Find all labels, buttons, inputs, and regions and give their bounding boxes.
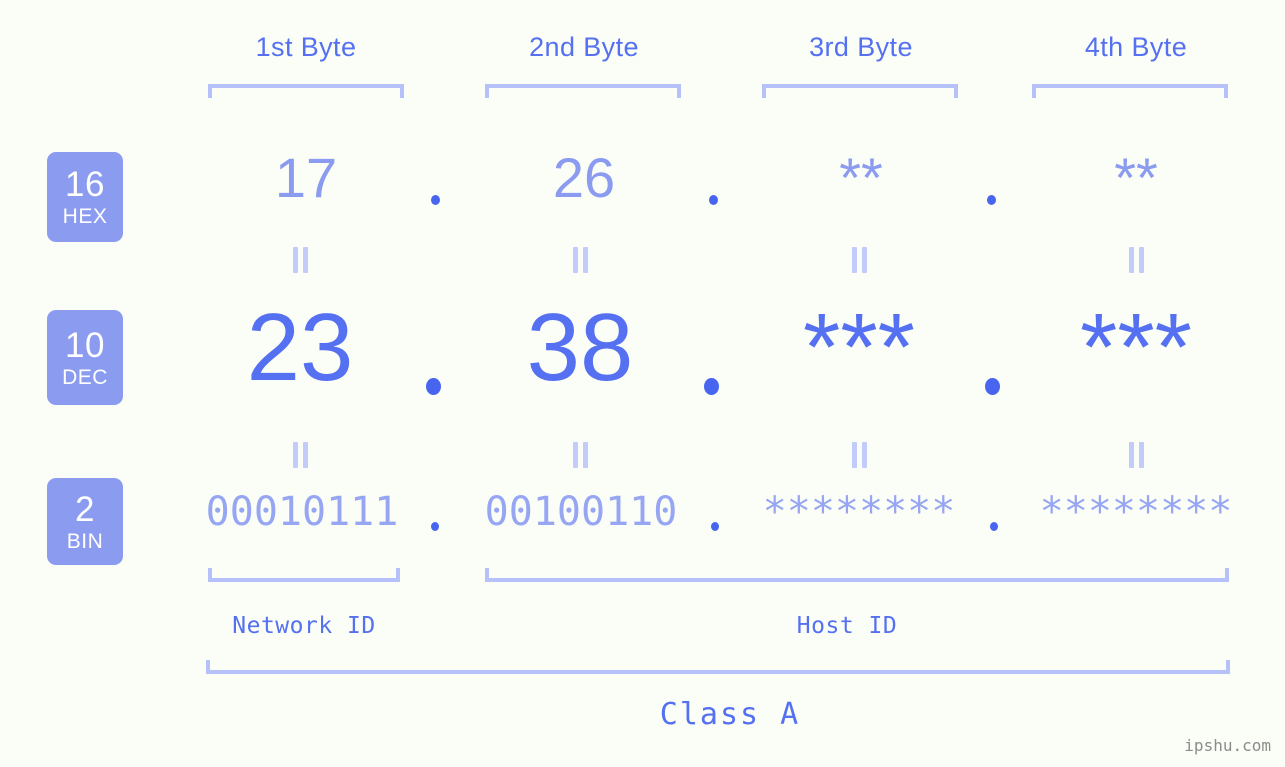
hex-dot-2 <box>709 195 718 205</box>
equals-mark-hex-dec-3 <box>851 247 869 273</box>
base-badge-hex-number: 16 <box>65 165 105 204</box>
bin-dot-1 <box>431 522 439 531</box>
byte-header-4: 4th Byte <box>1084 32 1188 62</box>
base-badge-bin: 2 BIN <box>47 478 123 565</box>
hex-octet-3: ** <box>839 146 883 209</box>
bin-octet-3: ******** <box>762 489 956 535</box>
bin-octet-1: 00010111 <box>205 489 399 535</box>
byte-bracket-1 <box>208 84 404 98</box>
base-badge-hex: 16 HEX <box>47 152 123 242</box>
dec-octet-4: *** <box>1079 294 1193 401</box>
dec-octet-2: 38 <box>526 294 634 401</box>
equals-mark-dec-bin-2 <box>572 442 590 468</box>
base-badge-dec-name: DEC <box>62 365 108 389</box>
base-badge-dec: 10 DEC <box>47 310 123 405</box>
site-watermark: ipshu.com <box>1184 736 1271 755</box>
dec-dot-2 <box>704 378 719 395</box>
dec-octet-3: *** <box>802 294 916 401</box>
bin-dot-2 <box>711 522 719 531</box>
byte-header-1: 1st Byte <box>255 32 357 62</box>
class-bracket <box>206 660 1230 674</box>
base-badge-hex-name: HEX <box>62 205 108 228</box>
base-badge-bin-number: 2 <box>75 489 95 529</box>
byte-header-2: 2nd Byte <box>529 32 639 62</box>
byte-bracket-3 <box>762 84 958 98</box>
network-id-label: Network ID <box>232 613 376 639</box>
hex-octet-1: 17 <box>274 146 338 209</box>
ip-breakdown-diagram: 1st Byte 2nd Byte 3rd Byte 4th Byte 16 H… <box>0 0 1285 767</box>
class-label: Class A <box>659 697 801 732</box>
equals-mark-hex-dec-2 <box>572 247 590 273</box>
hex-dot-1 <box>431 195 440 205</box>
hex-octet-2: 26 <box>552 146 616 209</box>
byte-bracket-4 <box>1032 84 1228 98</box>
dec-dot-1 <box>426 378 441 395</box>
byte-bracket-2 <box>485 84 681 98</box>
byte-header-3: 3rd Byte <box>809 32 913 62</box>
hex-dot-3 <box>987 195 996 205</box>
host-id-label: Host ID <box>796 613 898 639</box>
network-id-bracket <box>208 568 400 582</box>
bin-octet-4: ******** <box>1039 489 1233 535</box>
dec-dot-3 <box>985 378 1000 395</box>
base-badge-dec-number: 10 <box>65 325 105 365</box>
equals-mark-dec-bin-1 <box>292 442 310 468</box>
dec-octet-1: 23 <box>246 294 354 401</box>
bin-dot-3 <box>990 522 998 531</box>
equals-mark-hex-dec-1 <box>292 247 310 273</box>
host-id-bracket <box>485 568 1229 582</box>
equals-mark-dec-bin-3 <box>851 442 869 468</box>
base-badge-bin-name: BIN <box>66 529 104 553</box>
hex-octet-4: ** <box>1114 146 1158 209</box>
equals-mark-hex-dec-4 <box>1128 247 1146 273</box>
bin-octet-2: 00100110 <box>484 489 678 535</box>
equals-mark-dec-bin-4 <box>1128 442 1146 468</box>
